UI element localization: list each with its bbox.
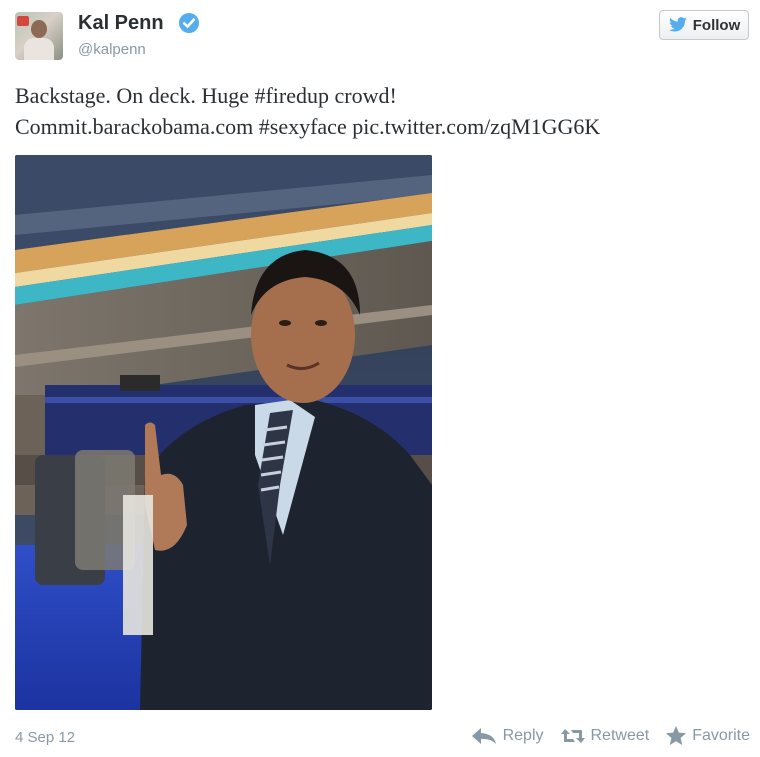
tweet-actions: Reply Retweet Favorite — [470, 725, 750, 747]
tweet-timestamp[interactable]: 4 Sep 12 — [15, 728, 75, 748]
avatar-body — [24, 38, 54, 60]
tweet-line-1: Backstage. On deck. Huge #firedup crowd! — [15, 80, 750, 111]
tweet-card: Kal Penn @kalpenn Follow Backstage. On d… — [0, 0, 760, 757]
avatar-detail — [17, 16, 29, 26]
user-handle[interactable]: @kalpenn — [78, 40, 146, 60]
avatar-head — [31, 20, 47, 38]
embedded-photo[interactable] — [15, 155, 432, 710]
retweet-button[interactable]: Retweet — [560, 726, 650, 746]
verified-badge-icon — [179, 13, 199, 33]
follow-button-label: Follow — [692, 16, 741, 34]
reply-arrow-icon — [471, 728, 496, 744]
hashtag-link[interactable]: #sexyface — [259, 114, 347, 139]
person-eye — [315, 320, 327, 326]
url-link[interactable]: Commit.barackobama.com — [15, 114, 253, 139]
tweet-line-2: Commit.barackobama.com #sexyface pic.twi… — [15, 111, 750, 142]
twitter-bird-icon — [668, 17, 687, 32]
user-display-name[interactable]: Kal Penn — [78, 10, 164, 36]
star-icon — [666, 726, 687, 745]
retweet-label: Retweet — [590, 727, 650, 744]
stage-wall-trim — [45, 397, 432, 403]
papers — [123, 495, 153, 635]
reply-label: Reply — [502, 727, 544, 744]
pic-link[interactable]: pic.twitter.com/zqM1GG6K — [352, 114, 600, 139]
avatar[interactable] — [15, 12, 63, 60]
hashtag-link[interactable]: #firedup — [254, 83, 329, 108]
follow-button[interactable]: Follow — [659, 10, 749, 40]
person-eye — [279, 320, 291, 326]
tweet-text-segment: Backstage. On deck. Huge — [15, 83, 255, 108]
reply-button[interactable]: Reply — [470, 726, 544, 746]
favorite-button[interactable]: Favorite — [665, 725, 750, 747]
tv-camera — [120, 375, 160, 391]
retweet-icon — [560, 729, 585, 743]
tweet-text-segment: crowd! — [329, 83, 397, 108]
tweet-text: Backstage. On deck. Huge #firedup crowd!… — [15, 80, 750, 142]
favorite-label: Favorite — [692, 727, 750, 744]
